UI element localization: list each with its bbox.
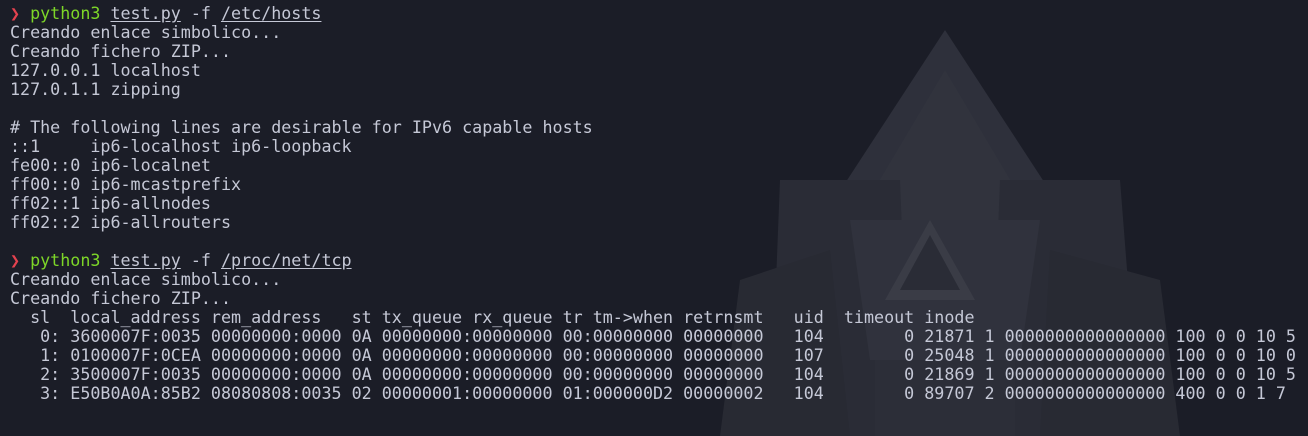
target-path: /proc/net/tcp	[220, 250, 352, 270]
output-line: Creando enlace simbolico...	[10, 269, 282, 289]
output-line: 3: E50B0A0A:85B2 08080808:0035 02 000000…	[10, 383, 1286, 403]
command-flag: -f	[190, 3, 211, 23]
output-line: 2: 3500007F:0035 00000000:0000 0A 000000…	[10, 364, 1296, 384]
prompt-arrow-icon: ❯	[10, 3, 21, 23]
command-name: python3	[30, 250, 101, 270]
prompt-line: ❯ python3 test.py -f /proc/net/tcp	[10, 251, 1296, 270]
output-line: fe00::0 ip6-localnet	[10, 155, 211, 175]
prompt-line: ❯ python3 test.py -f /etc/hosts	[10, 4, 1296, 23]
command-flag: -f	[190, 250, 211, 270]
output-line: Creando enlace simbolico...	[10, 22, 282, 42]
output-line: Creando fichero ZIP...	[10, 41, 232, 61]
terminal-output: ❯ python3 test.py -f /etc/hosts Creando e…	[10, 4, 1296, 403]
output-line: 127.0.1.1 zipping	[10, 79, 181, 99]
output-line: ff02::1 ip6-allnodes	[10, 193, 211, 213]
output-line: sl local_address rem_address st tx_queue…	[10, 307, 975, 327]
output-line: ff02::2 ip6-allrouters	[10, 212, 232, 232]
script-path: test.py	[110, 250, 181, 270]
target-path: /etc/hosts	[220, 3, 322, 23]
script-path: test.py	[110, 3, 181, 23]
output-line: 127.0.0.1 localhost	[10, 60, 201, 80]
prompt-arrow-icon: ❯	[10, 250, 21, 270]
output-line: ::1 ip6-localhost ip6-loopback	[10, 136, 352, 156]
output-line: # The following lines are desirable for …	[10, 117, 593, 137]
output-line: ff00::0 ip6-mcastprefix	[10, 174, 242, 194]
output-line: 0: 3600007F:0035 00000000:0000 0A 000000…	[10, 326, 1296, 346]
terminal-window[interactable]: ❯ python3 test.py -f /etc/hosts Creando e…	[0, 0, 1308, 436]
output-line: 1: 0100007F:0CEA 00000000:0000 0A 000000…	[10, 345, 1296, 365]
output-line: Creando fichero ZIP...	[10, 288, 232, 308]
command-name: python3	[30, 3, 101, 23]
